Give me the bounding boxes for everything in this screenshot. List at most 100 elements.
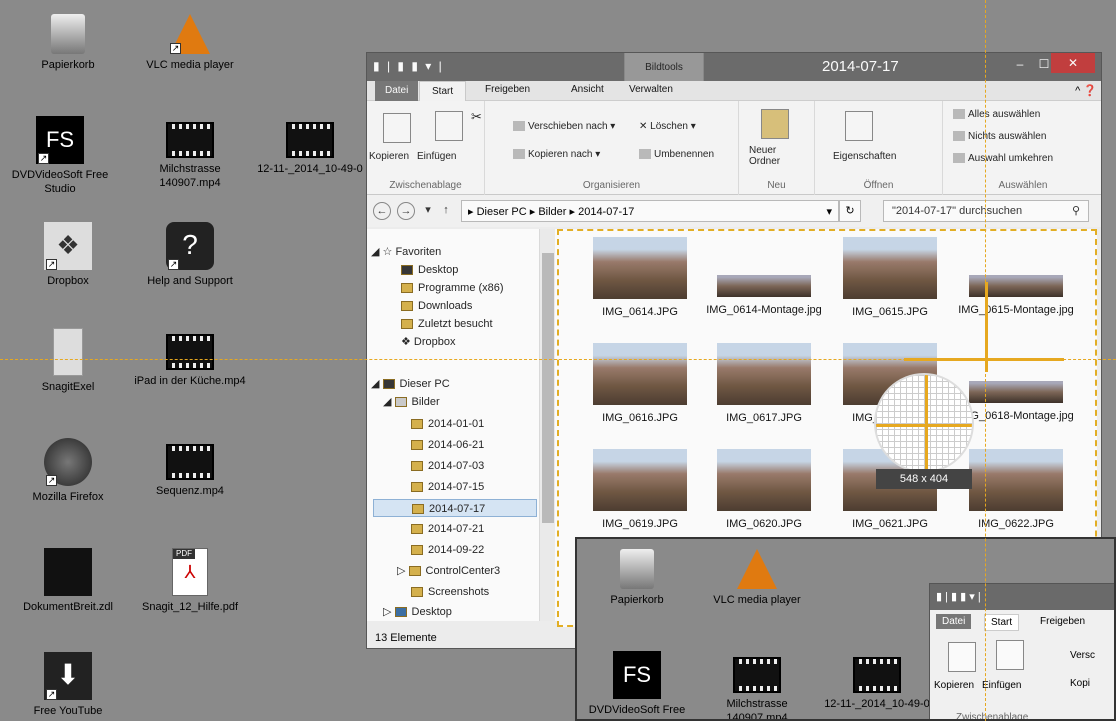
nav-label: 2014-07-21 <box>428 523 485 535</box>
select-none-label: Nichts auswählen <box>968 131 1047 142</box>
nav-label: Dieser PC <box>399 378 450 390</box>
up-icon[interactable]: ↑ <box>437 202 455 220</box>
desktop-icon-label: DVDVideoSoft Free Studio <box>11 169 109 195</box>
magnifier-crosshair-v <box>925 375 928 471</box>
tab-start[interactable]: Start <box>419 81 467 102</box>
nav-label: 2014-07-17 <box>429 503 486 515</box>
desktop-icon-video-sequenz[interactable]: Sequenz.mp4 <box>130 438 250 498</box>
rename-button[interactable]: Umbenennen <box>639 149 714 160</box>
desktop-icon-recycle-bin[interactable]: Papierkorb <box>8 14 128 72</box>
file-thumbnail[interactable]: IMG_0617.JPG <box>699 343 829 425</box>
file-thumbnail[interactable]: IMG_0614.JPG <box>575 237 705 319</box>
nav-dieser-pc[interactable]: ◢ Dieser PC <box>371 375 450 393</box>
firefox-icon: ↗ <box>44 438 92 486</box>
select-all-button[interactable]: Alles auswählen <box>953 109 1040 120</box>
nav-item[interactable]: Downloads <box>401 297 472 315</box>
desktop-icon-dvdvideosoft[interactable]: FS ↗ DVDVideoSoft Free Studio <box>0 116 120 196</box>
desktop-icon-free-youtube[interactable]: ⬇ ↗ Free YouTube <box>8 652 128 718</box>
properties-button[interactable]: Eigenschaften <box>833 151 896 162</box>
dvdvideosoft-icon: FS ↗ <box>36 116 84 164</box>
copy-button[interactable]: Kopieren <box>369 151 409 162</box>
search-icon: ⚲ <box>1071 205 1080 217</box>
nav-folder[interactable]: 2014-06-21 <box>411 436 484 454</box>
new-folder-button[interactable]: Neuer Ordner <box>749 145 799 167</box>
download-arrow-icon: ⬇ ↗ <box>44 652 92 700</box>
nav-item[interactable]: ❖ Dropbox <box>401 333 456 351</box>
copy-to-button[interactable]: Kopieren nach ▾ <box>513 149 600 160</box>
desktop-icon-firefox[interactable]: ↗ Mozilla Firefox <box>8 438 128 504</box>
desktop-icon-label: Milchstrasse 140907.mp4 <box>159 163 221 189</box>
nav-folder[interactable]: 2014-01-01 <box>411 415 484 433</box>
tab-freigeben[interactable]: Freigeben <box>485 84 530 95</box>
nav-label: Downloads <box>418 300 473 312</box>
tab-verwalten[interactable]: Verwalten <box>629 84 673 95</box>
select-all-icon <box>953 109 965 120</box>
invert-selection-button[interactable]: Auswahl umkehren <box>953 153 1053 164</box>
nav-label: ControlCenter3 <box>425 565 501 577</box>
recent-dropdown-icon[interactable]: ▾ <box>419 202 437 220</box>
desktop-icon-video-milchstrasse[interactable]: Milchstrasse 140907.mp4 <box>130 116 250 190</box>
address-input[interactable]: ▸ Dieser PC ▸ Bilder ▸ 2014-07-17 ▾ <box>461 200 839 222</box>
scroll-thumb[interactable] <box>542 253 554 523</box>
refresh-icon[interactable]: ↻ <box>839 200 861 222</box>
select-none-button[interactable]: Nichts auswählen <box>953 131 1046 142</box>
rename-label: Umbenennen <box>654 149 715 160</box>
file-thumbnail[interactable]: IMG_0615-Montage.jpg <box>951 237 1081 317</box>
back-icon[interactable]: ← <box>373 202 391 220</box>
title-bar[interactable]: ▮ | ▮ ▮ ▾ | Bildtools 2014-07-17 – ☐ ✕ <box>367 53 1101 81</box>
image-thumbnail <box>717 449 811 511</box>
help-icon[interactable]: ^ ❓ <box>1075 84 1097 97</box>
nav-folder[interactable]: 2014-07-03 <box>411 457 484 475</box>
file-thumbnail[interactable]: IMG_0614-Montage.jpg <box>699 237 829 317</box>
nav-label: Desktop <box>411 606 452 618</box>
nav-bilder[interactable]: ◢ Bilder <box>383 393 440 411</box>
desktop-icon-video-ipad[interactable]: iPad in der Küche.mp4 <box>130 328 250 388</box>
nav-folder[interactable]: Screenshots <box>411 583 489 601</box>
forward-icon[interactable]: → <box>397 202 415 220</box>
desktop-icon-vlc[interactable]: ↗ VLC media player <box>130 14 250 72</box>
search-input[interactable]: "2014-07-17" durchsuchen ⚲ <box>883 200 1089 222</box>
video-file-icon <box>853 657 901 693</box>
move-to-label: Verschieben nach ▾ <box>528 121 616 132</box>
file-thumbnail[interactable]: IMG_0615.JPG <box>825 237 955 319</box>
desktop-icon-snagitexel[interactable]: SnagitExel <box>8 328 128 394</box>
nav-favoriten[interactable]: ◢ ☆ Favoriten <box>371 243 441 261</box>
image-thumbnail <box>717 275 811 297</box>
file-thumbnail[interactable]: IMG_0620.JPG <box>699 449 829 531</box>
desktop-icon-video-12-11[interactable]: 12-11-_2014_10-49-0 <box>250 116 370 176</box>
video-file-icon <box>166 334 214 370</box>
nav-item[interactable]: Desktop <box>401 261 458 279</box>
chevron-down-icon[interactable]: ▾ <box>826 205 832 218</box>
desktop-icon-pdf[interactable]: PDF ⅄ Snagit_12_Hilfe.pdf <box>130 548 250 614</box>
minimize-button[interactable]: – <box>1007 57 1033 75</box>
nav-folder-selected[interactable]: 2014-07-17 <box>373 499 537 517</box>
nav-desktop[interactable]: ▷ Desktop <box>383 603 452 621</box>
image-thumbnail <box>593 343 687 405</box>
nav-item[interactable]: Programme (x86) <box>401 279 504 297</box>
ribbon: Kopieren Einfügen ✂ Zwischenablage Versc… <box>367 101 1101 195</box>
nav-folder[interactable]: ▷ ControlCenter3 <box>397 562 500 580</box>
image-thumbnail <box>593 449 687 511</box>
tab-ansicht[interactable]: Ansicht <box>571 84 604 95</box>
desktop-icon-dokumentbreit[interactable]: DokumentBreit.zdl <box>8 548 128 614</box>
file-thumbnail[interactable]: IMG_0622.JPG <box>951 449 1081 531</box>
delete-button[interactable]: ✕ Löschen ▾ <box>639 121 696 132</box>
nav-item[interactable]: Zuletzt besucht <box>401 315 493 333</box>
quick-access-toolbar[interactable]: ▮ | ▮ ▮ ▾ | <box>373 59 444 73</box>
group-label: Organisieren <box>582 180 641 191</box>
cut-icon[interactable]: ✂ <box>471 109 482 125</box>
nav-scrollbar[interactable] <box>539 229 555 621</box>
group-open: Eigenschaften Öffnen <box>815 101 943 195</box>
paste-button[interactable]: Einfügen <box>417 151 456 162</box>
desktop-icon-dropbox[interactable]: ❖ ↗ Dropbox <box>8 222 128 288</box>
nav-folder[interactable]: 2014-09-22 <box>411 541 484 559</box>
nav-folder[interactable]: 2014-07-21 <box>411 520 484 538</box>
nav-folder[interactable]: 2014-07-15 <box>411 478 484 496</box>
file-thumbnail[interactable]: IMG_0619.JPG <box>575 449 705 531</box>
tab-datei[interactable]: Datei <box>375 81 419 101</box>
close-button[interactable]: ✕ <box>1051 53 1095 73</box>
move-to-button[interactable]: Verschieben nach ▾ <box>513 121 615 132</box>
desktop-icon-help[interactable]: ? ↗ Help and Support <box>130 222 250 288</box>
folder-icon <box>411 545 423 556</box>
file-thumbnail[interactable]: IMG_0616.JPG <box>575 343 705 425</box>
